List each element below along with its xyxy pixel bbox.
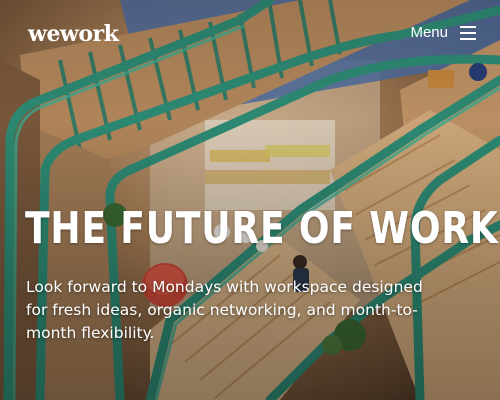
wework-logo[interactable]: wework xyxy=(28,21,119,47)
hero-headline: THE FUTURE OF WORK xyxy=(25,203,499,254)
hamburger-icon xyxy=(460,25,476,40)
menu-label: Menu xyxy=(410,24,448,41)
menu-button[interactable]: Menu xyxy=(410,24,476,41)
hero-tagline: Look forward to Mondays with workspace d… xyxy=(26,278,423,342)
